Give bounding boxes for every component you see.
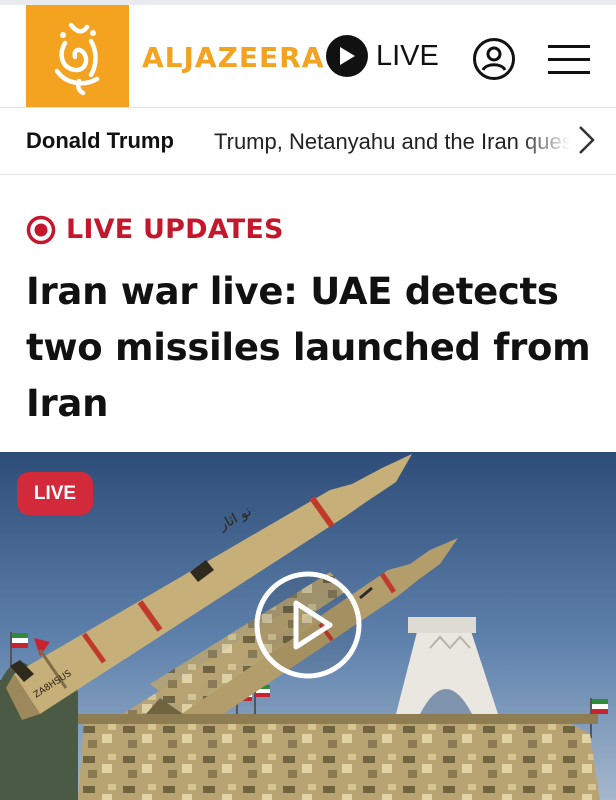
user-icon[interactable] <box>472 37 516 81</box>
play-circle-icon[interactable] <box>252 569 364 681</box>
trending-topics-bar: Donald Trump Trump, Netanyahu and the Ir… <box>0 108 616 175</box>
aljazeera-logo[interactable] <box>26 5 129 107</box>
hamburger-menu-icon[interactable] <box>547 42 591 78</box>
live-updates-tag: LIVE UPDATES <box>26 214 284 245</box>
live-button[interactable]: LIVE <box>326 35 439 77</box>
live-label: LIVE <box>376 39 439 72</box>
aljazeera-calligraphy-icon <box>54 22 99 96</box>
site-header: ALJAZEERA LIVE <box>0 5 616 108</box>
chevron-right-icon[interactable] <box>574 123 598 157</box>
topic-link-trump-netanyahu-iran[interactable]: Trump, Netanyahu and the Iran question <box>214 129 570 155</box>
article-headline[interactable]: Iran war live: UAE detects two missiles … <box>26 264 596 432</box>
play-icon <box>326 35 368 77</box>
live-updates-label: LIVE UPDATES <box>66 214 284 245</box>
topic-link-donald-trump[interactable]: Donald Trump <box>26 128 174 154</box>
live-badge: LIVE <box>17 472 93 515</box>
live-record-icon <box>26 215 56 244</box>
brand-wordmark[interactable]: ALJAZEERA <box>142 41 324 74</box>
